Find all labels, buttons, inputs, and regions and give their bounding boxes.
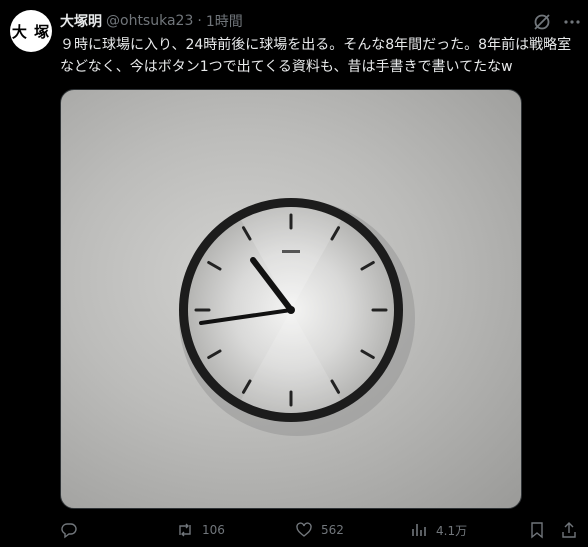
reply-icon — [61, 523, 77, 539]
separator: · — [197, 13, 202, 29]
bookmark-button[interactable] — [528, 519, 546, 541]
like-button[interactable]: 562 — [295, 519, 344, 541]
display-name[interactable]: 大塚明 — [60, 11, 102, 31]
views-count: 4.1万 — [436, 523, 468, 538]
views-button[interactable]: 4.1万 — [410, 519, 467, 541]
user-handle[interactable]: @ohtsuka23 — [106, 13, 193, 29]
timestamp[interactable]: 1時間 — [206, 11, 243, 31]
reply-button[interactable] — [60, 519, 86, 541]
tweet-image[interactable] — [60, 89, 522, 509]
action-bar: 106 562 4.1万 — [60, 519, 580, 541]
tweet-header: 大塚明 @ohtsuka23 · 1時間 — [60, 11, 243, 31]
more-icon[interactable] — [560, 10, 584, 34]
clock-photo — [179, 198, 415, 436]
retweet-button[interactable]: 106 — [176, 519, 225, 541]
like-icon — [296, 522, 312, 537]
tweet-text: ９時に球場に入り、24時前後に球場を出る。そんな8年間だった。8年前は戦略室など… — [60, 37, 572, 75]
share-icon — [562, 522, 576, 538]
grok-icon[interactable] — [532, 12, 552, 32]
like-count: 562 — [321, 523, 344, 537]
retweet-icon — [179, 523, 191, 537]
share-button[interactable] — [560, 519, 578, 541]
avatar[interactable]: 大 塚 — [10, 10, 52, 52]
views-icon — [412, 524, 426, 536]
retweet-count: 106 — [202, 523, 225, 537]
bookmark-icon — [531, 522, 543, 539]
